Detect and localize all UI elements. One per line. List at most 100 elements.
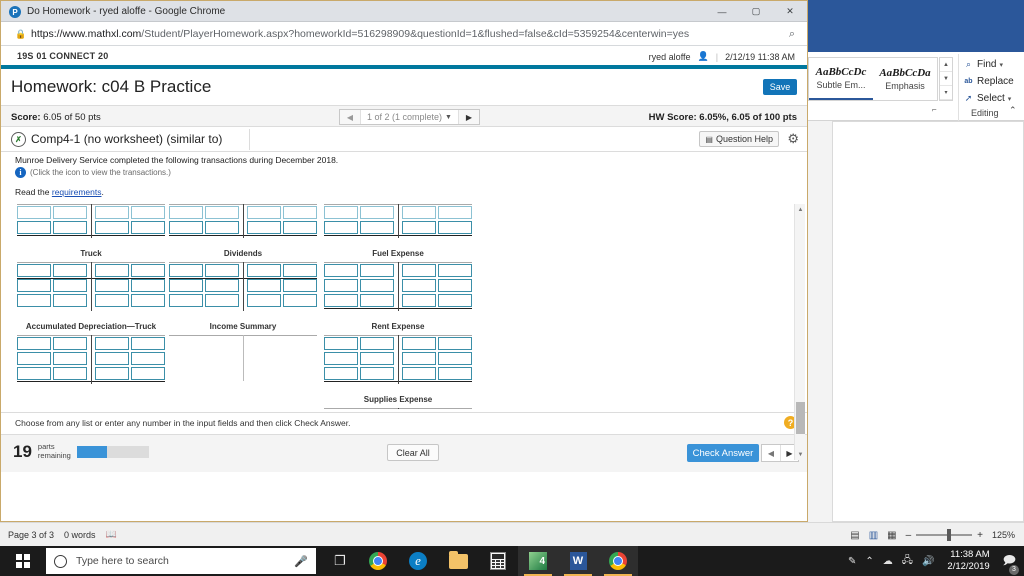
- taccount-input[interactable]: [324, 294, 358, 307]
- taccount-input[interactable]: [131, 279, 165, 292]
- chevron-up-icon[interactable]: ⌃: [1009, 105, 1017, 116]
- replace-button[interactable]: ab Replace: [963, 74, 1013, 89]
- taccount-input[interactable]: [53, 367, 87, 380]
- question-pager[interactable]: ◀ 1 of 2 (1 complete) ▼ ▶: [339, 109, 480, 125]
- taccount-input[interactable]: [17, 221, 51, 234]
- taccount-input[interactable]: [324, 279, 358, 292]
- zoom-slider-thumb[interactable]: [947, 529, 952, 541]
- zoom-out-button[interactable]: –: [906, 530, 912, 541]
- taccount-input[interactable]: [131, 264, 165, 277]
- previous-part-button[interactable]: ◀: [762, 445, 780, 461]
- taccount-input[interactable]: [205, 221, 239, 234]
- taccount-input[interactable]: [402, 206, 436, 219]
- next-question-button[interactable]: ▶: [458, 110, 479, 124]
- search-input[interactable]: Type here to search 🎤: [46, 548, 316, 574]
- taccount-input[interactable]: [360, 206, 394, 219]
- taccount-input[interactable]: [324, 264, 358, 277]
- taccount-input[interactable]: [169, 264, 203, 277]
- scrollbar-thumb[interactable]: [796, 402, 805, 434]
- pager-dropdown[interactable]: 1 of 2 (1 complete) ▼: [360, 110, 459, 124]
- taccount-input[interactable]: [360, 352, 394, 365]
- taccount-input[interactable]: [324, 352, 358, 365]
- check-answer-button[interactable]: Check Answer: [687, 444, 759, 462]
- scroll-up-icon[interactable]: ▲: [940, 58, 952, 72]
- pen-icon[interactable]: ✎: [848, 556, 856, 567]
- taccount-input[interactable]: [53, 279, 87, 292]
- start-button[interactable]: [0, 546, 46, 576]
- taskbar-app-calculator[interactable]: [478, 546, 518, 576]
- taccount-input[interactable]: [247, 294, 281, 307]
- select-button[interactable]: ➚ Select ▾: [963, 91, 1012, 106]
- show-hidden-icons[interactable]: ⌃: [865, 556, 873, 567]
- taccount-input[interactable]: [402, 294, 436, 307]
- style-item-emphasis[interactable]: AaBbCcDa Emphasis: [873, 58, 937, 100]
- clear-all-button[interactable]: Clear All: [387, 444, 439, 461]
- styles-dialog-launcher-icon[interactable]: ⌐: [932, 105, 937, 114]
- microphone-icon[interactable]: 🎤: [294, 555, 308, 568]
- taccount-input[interactable]: [324, 367, 358, 380]
- read-mode-icon[interactable]: ▤: [850, 530, 859, 541]
- find-button[interactable]: ⌕ Find ▾: [963, 57, 1003, 72]
- scroll-down-icon[interactable]: ▼: [940, 72, 952, 86]
- taccount-input[interactable]: [283, 279, 317, 292]
- taccount-input[interactable]: [438, 264, 472, 277]
- taccount-input[interactable]: [17, 264, 51, 277]
- gear-icon[interactable]: ⚙: [787, 131, 799, 147]
- info-icon[interactable]: i: [15, 167, 26, 178]
- task-view-icon[interactable]: ❐: [322, 546, 358, 576]
- previous-question-button[interactable]: ◀: [340, 110, 360, 124]
- taccount-input[interactable]: [283, 264, 317, 277]
- taccount-input[interactable]: [95, 294, 129, 307]
- taccount-input[interactable]: [169, 221, 203, 234]
- save-button[interactable]: Save: [763, 79, 797, 95]
- taccount-input[interactable]: [95, 264, 129, 277]
- taccount-input[interactable]: [402, 352, 436, 365]
- taskbar-app-word[interactable]: W: [558, 546, 598, 576]
- taccount-input[interactable]: [131, 367, 165, 380]
- taskbar-app-explorer[interactable]: [438, 546, 478, 576]
- zoom-in-button[interactable]: +: [977, 530, 983, 541]
- taskbar-app-edge[interactable]: e: [398, 546, 438, 576]
- user-icon[interactable]: 👤: [698, 51, 709, 62]
- notification-icon[interactable]: 🗩 3: [1003, 551, 1019, 575]
- minimize-icon[interactable]: —: [705, 1, 739, 22]
- taccount-input[interactable]: [247, 279, 281, 292]
- word-page-canvas[interactable]: [832, 121, 1024, 522]
- taccount-input[interactable]: [324, 337, 358, 350]
- taccount-input[interactable]: [438, 352, 472, 365]
- taccount-input[interactable]: [17, 352, 51, 365]
- taccount-input[interactable]: [360, 367, 394, 380]
- more-styles-icon[interactable]: ▾: [940, 86, 952, 100]
- taccount-input[interactable]: [438, 279, 472, 292]
- taccount-input[interactable]: [205, 206, 239, 219]
- taccount-input[interactable]: [402, 337, 436, 350]
- taccount-input[interactable]: [95, 337, 129, 350]
- clock[interactable]: 11:38 AM 2/12/2019: [947, 549, 989, 573]
- taccount-input[interactable]: [360, 264, 394, 277]
- taccount-input[interactable]: [131, 221, 165, 234]
- address-bar[interactable]: 🔒 https://www.mathxl.com/Student/PlayerH…: [1, 22, 807, 46]
- print-layout-icon[interactable]: ▥: [869, 530, 878, 541]
- taccount-input[interactable]: [438, 367, 472, 380]
- taccount-input[interactable]: [131, 206, 165, 219]
- taccount-input[interactable]: [205, 294, 239, 307]
- taccount-input[interactable]: [131, 352, 165, 365]
- proofing-icon[interactable]: 📖: [106, 529, 117, 540]
- taccount-input[interactable]: [438, 294, 472, 307]
- style-gallery[interactable]: AaBbCcDc Subtle Em... AaBbCcDa Emphasis: [808, 57, 938, 101]
- taccount-input[interactable]: [169, 206, 203, 219]
- transactions-hint[interactable]: i (Click the icon to view the transactio…: [15, 167, 171, 178]
- question-scrollbar[interactable]: ▲ ▼: [794, 204, 805, 460]
- taccount-input[interactable]: [53, 294, 87, 307]
- style-gallery-scrollbar[interactable]: ▲ ▼ ▾: [939, 57, 953, 101]
- taccount-input[interactable]: [402, 279, 436, 292]
- taccount-input[interactable]: [324, 221, 358, 234]
- zoom-level[interactable]: 125%: [992, 530, 1018, 540]
- taccount-input[interactable]: [53, 206, 87, 219]
- zoom-slider[interactable]: [916, 529, 973, 541]
- taccount-input[interactable]: [53, 352, 87, 365]
- taccount-input[interactable]: [283, 206, 317, 219]
- taccount-input[interactable]: [402, 221, 436, 234]
- taccount-input[interactable]: [53, 264, 87, 277]
- user-name[interactable]: ryed aloffe: [649, 52, 691, 62]
